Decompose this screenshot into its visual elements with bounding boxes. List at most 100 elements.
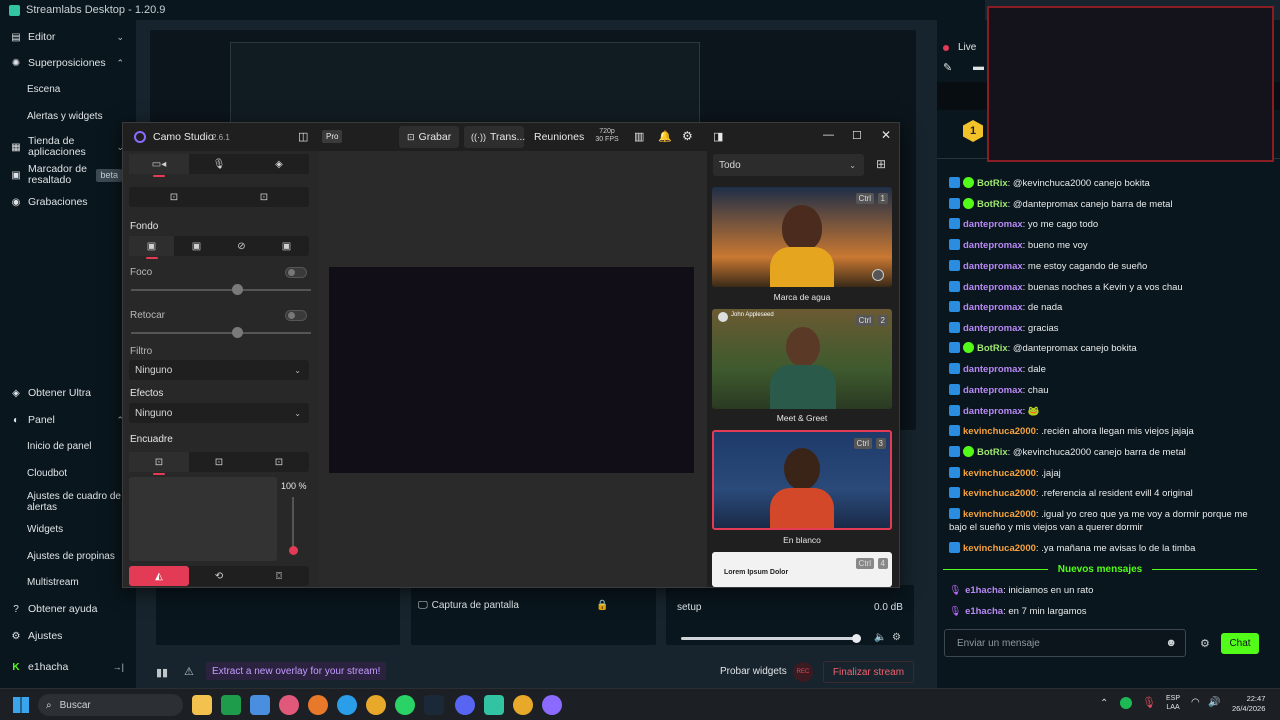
- chat-username[interactable]: e1hacha: [965, 606, 1003, 617]
- close-icon[interactable]: ✕: [881, 128, 891, 142]
- sidebar-item-app-store[interactable]: ▦ Tienda de aplicaciones ⌄: [0, 134, 136, 160]
- chat-username[interactable]: dantepromax: [963, 282, 1023, 293]
- retouch-toggle[interactable]: [285, 310, 307, 321]
- xbox-icon[interactable]: [221, 695, 241, 715]
- mirror-button[interactable]: ◭: [129, 566, 189, 586]
- grid-view-icon[interactable]: ⊞: [876, 157, 886, 171]
- sidebar-item-help[interactable]: ? Obtener ayuda: [0, 598, 136, 620]
- chat-username[interactable]: dantepromax: [963, 240, 1023, 251]
- sidebar-item-panel[interactable]: ◐ Panel ⌃: [0, 409, 136, 431]
- volume-slider-handle[interactable]: [852, 634, 861, 643]
- meetings-button[interactable]: Reuniones: [534, 131, 584, 143]
- framing-option-1[interactable]: ⊡: [129, 187, 219, 207]
- chat-username[interactable]: kevinchuca2000: [963, 468, 1036, 479]
- microphone-icon[interactable]: 🎙: [1142, 696, 1156, 709]
- chat-username[interactable]: kevinchuca2000: [963, 543, 1036, 554]
- background-blur[interactable]: ▣: [174, 236, 219, 256]
- overlay-tip[interactable]: Extract a new overlay for your stream!: [206, 662, 387, 680]
- chat-username[interactable]: BotRix: [977, 178, 1008, 189]
- sidebar-item-account[interactable]: Ke1hacha →|: [0, 656, 136, 678]
- sidebar-toggle-icon[interactable]: ◫: [298, 130, 308, 143]
- gear-icon[interactable]: ⚙: [682, 129, 693, 143]
- chevron-up-icon[interactable]: ⌃: [1100, 698, 1108, 709]
- chat-username[interactable]: kevinchuca2000: [963, 426, 1036, 437]
- framing-center[interactable]: ⊡: [249, 452, 309, 472]
- overlay-meet-greet-thumb[interactable]: John Appleseed Ctrl 2: [712, 309, 892, 409]
- rec-button[interactable]: REC: [793, 662, 813, 682]
- steam-icon[interactable]: [424, 695, 444, 715]
- chat-username[interactable]: dantepromax: [963, 219, 1023, 230]
- gear-icon[interactable]: ⚙: [1200, 637, 1210, 650]
- test-widgets-button[interactable]: Probar widgets: [720, 666, 787, 677]
- chat-username[interactable]: BotRix: [977, 447, 1008, 458]
- source-item[interactable]: 🖵 Captura de pantalla: [418, 600, 519, 611]
- framing-preview-box[interactable]: [129, 477, 277, 561]
- overlay-category-select[interactable]: Todo ⌄: [713, 154, 864, 176]
- chat-username[interactable]: dantepromax: [963, 364, 1023, 375]
- language-indicator[interactable]: ESP LAA: [1166, 694, 1180, 712]
- background-remove[interactable]: ⊘: [219, 236, 264, 256]
- sidebar-item-widgets[interactable]: Widgets: [0, 518, 136, 540]
- framing-manual[interactable]: ⊡: [129, 452, 189, 475]
- chat-input[interactable]: Enviar un mensaje ☻: [944, 629, 1186, 657]
- chat-username[interactable]: dantepromax: [963, 323, 1023, 334]
- sidebar-item-ultra[interactable]: ◈ Obtener Ultra: [0, 382, 136, 404]
- overlay-lorem-thumb[interactable]: Lorem Ipsum Dolor Ctrl 4: [712, 552, 892, 587]
- sidebar-item-cloudbot[interactable]: Cloudbot: [0, 462, 136, 484]
- streamlabs-icon[interactable]: [484, 695, 504, 715]
- effects-select[interactable]: Ninguno ⌄: [129, 403, 309, 423]
- overlay-watermark-thumb[interactable]: Ctrl 1: [712, 187, 892, 287]
- gear-icon[interactable]: ⚙: [892, 632, 901, 643]
- sidebar-item-highlighter[interactable]: ▣ Marcador de resaltado beta: [0, 162, 136, 188]
- chat-username[interactable]: dantepromax: [963, 406, 1023, 417]
- framing-option-2[interactable]: ⊡: [219, 187, 309, 207]
- chat-username[interactable]: dantepromax: [963, 261, 1023, 272]
- chrome-icon[interactable]: [513, 695, 533, 715]
- end-stream-button[interactable]: Finalizar stream: [823, 661, 914, 683]
- focus-slider-handle[interactable]: [232, 284, 243, 295]
- pin-icon[interactable]: ▬: [973, 61, 984, 73]
- framing-auto[interactable]: ⊡: [189, 452, 249, 472]
- discord-icon[interactable]: [455, 695, 475, 715]
- layers-tab[interactable]: ◈: [249, 154, 309, 174]
- store-icon[interactable]: [250, 695, 270, 715]
- focus-slider[interactable]: [131, 289, 311, 291]
- chat-username[interactable]: BotRix: [977, 199, 1008, 210]
- snapshot-button[interactable]: ⌼: [249, 566, 309, 586]
- sidebar-item-tip-settings[interactable]: Ajustes de propinas: [0, 545, 136, 567]
- zoom-slider-handle[interactable]: [289, 546, 298, 555]
- sidebar-item-panel-home[interactable]: Inicio de panel: [0, 435, 136, 457]
- stats-icon[interactable]: ▮▮: [156, 666, 168, 679]
- focus-toggle[interactable]: [285, 267, 307, 278]
- whatsapp-icon[interactable]: [395, 695, 415, 715]
- alert-icon[interactable]: ⚠: [184, 665, 194, 678]
- rotate-button[interactable]: ⟲: [189, 566, 249, 586]
- chrome-icon[interactable]: [366, 695, 386, 715]
- sidebar-item-scene[interactable]: Escena: [0, 78, 136, 100]
- send-chat-button[interactable]: Chat: [1221, 633, 1259, 654]
- edit-icon[interactable]: ✎: [943, 61, 952, 74]
- chat-username[interactable]: kevinchuca2000: [963, 509, 1036, 520]
- wifi-icon[interactable]: ◠: [1191, 697, 1200, 708]
- emoji-icon[interactable]: ☻: [1165, 637, 1177, 649]
- camera-feed[interactable]: [329, 267, 694, 473]
- volume-slider[interactable]: [681, 637, 857, 640]
- maximize-icon[interactable]: ☐: [852, 129, 862, 142]
- chat-username[interactable]: BotRix: [977, 343, 1008, 354]
- overlay-blank-thumb[interactable]: Ctrl 3: [712, 430, 892, 530]
- app-icon[interactable]: [279, 695, 299, 715]
- record-button[interactable]: ⊡ Grabar: [399, 126, 459, 148]
- sidebar-item-overlays[interactable]: ✺ Superposiciones ⌃: [0, 52, 136, 74]
- panel-toggle-icon[interactable]: ◨: [713, 130, 723, 143]
- taskbar-search[interactable]: ⌕ Buscar: [38, 694, 183, 716]
- microphone-tab[interactable]: 🎙: [189, 154, 249, 174]
- bell-icon[interactable]: 🔔: [658, 130, 672, 143]
- sidebar-item-settings[interactable]: ⚙ Ajustes: [0, 625, 136, 647]
- filter-select[interactable]: Ninguno ⌄: [129, 360, 309, 380]
- chat-username[interactable]: kevinchuca2000: [963, 488, 1036, 499]
- volume-icon[interactable]: 🔊: [1208, 697, 1220, 708]
- clock[interactable]: 22:47 26/4/2026: [1232, 694, 1265, 714]
- zoom-slider[interactable]: [292, 497, 294, 551]
- stream-button[interactable]: ((·)) Trans...: [464, 126, 525, 148]
- resolution-indicator[interactable]: 720p 30 FPS: [593, 128, 621, 144]
